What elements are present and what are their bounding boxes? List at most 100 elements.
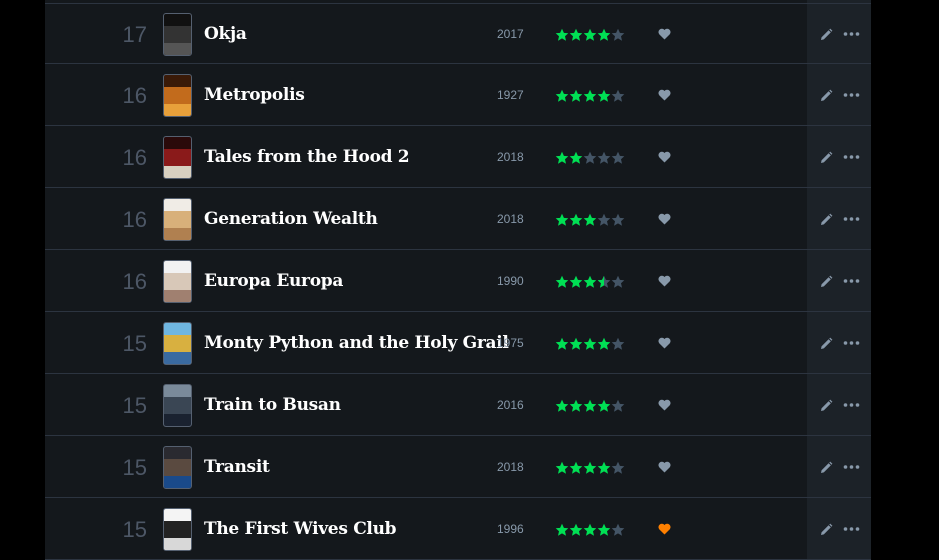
star-icon [611,213,625,226]
heart-icon [658,275,671,287]
star-rating [555,189,625,250]
star-icon [583,523,597,536]
more-options-icon[interactable] [843,463,860,471]
star-icon [569,337,583,350]
film-poster[interactable] [163,136,192,179]
star-icon [555,461,569,474]
film-title[interactable]: Transit [204,437,270,498]
pencil-icon[interactable] [819,275,833,289]
heart-icon [658,28,671,40]
pencil-icon[interactable] [819,28,833,42]
pencil-icon[interactable] [819,213,833,227]
star-icon [611,275,625,288]
day-number[interactable]: 15 [103,499,147,560]
star-icon [583,151,597,164]
film-poster[interactable] [163,198,192,241]
day-number[interactable]: 15 [103,437,147,498]
pencil-icon[interactable] [819,523,833,537]
star-icon [555,337,569,350]
film-poster[interactable] [163,508,192,551]
film-poster[interactable] [163,13,192,56]
pencil-icon[interactable] [819,399,833,413]
film-poster[interactable] [163,446,192,489]
diary-row[interactable]: 17 Okja 2017 [45,3,871,64]
film-year[interactable]: 2018 [497,189,524,250]
film-title[interactable]: Europa Europa [204,251,343,312]
diary-row[interactable]: 15 The First Wives Club 1996 [45,499,871,560]
film-year[interactable]: 2016 [497,375,524,436]
heart-icon [658,337,671,349]
diary-row[interactable]: 15 Train to Busan 2016 [45,375,871,436]
star-icon [555,213,569,226]
diary-row[interactable]: 16 Metropolis 1927 [45,65,871,126]
star-icon [569,89,583,102]
star-rating [555,375,625,436]
film-title[interactable]: The First Wives Club [204,499,397,560]
film-poster[interactable] [163,260,192,303]
day-number[interactable]: 17 [103,4,147,65]
star-icon [611,399,625,412]
star-rating [555,313,625,374]
day-number[interactable]: 16 [103,189,147,250]
heart-icon [658,213,671,225]
film-title[interactable]: Train to Busan [204,375,341,436]
star-icon [597,461,611,474]
film-title[interactable]: Monty Python and the Holy Grail [204,313,509,374]
more-options-icon[interactable] [843,401,860,409]
day-number[interactable]: 16 [103,127,147,188]
film-year[interactable]: 2018 [497,127,524,188]
star-icon [611,461,625,474]
film-year[interactable]: 1996 [497,499,524,560]
star-icon [569,461,583,474]
film-title[interactable]: Okja [204,4,247,65]
film-year[interactable]: 1927 [497,65,524,126]
film-poster[interactable] [163,384,192,427]
star-icon [569,523,583,536]
film-year[interactable]: 1975 [497,313,524,374]
more-options-icon[interactable] [843,339,860,347]
film-poster[interactable] [163,322,192,365]
film-title[interactable]: Metropolis [204,65,305,126]
heart-icon [658,151,671,163]
star-icon [597,523,611,536]
star-icon [569,213,583,226]
day-number[interactable]: 15 [103,313,147,374]
heart-icon [658,523,671,535]
star-icon [597,399,611,412]
film-title[interactable]: Tales from the Hood 2 [204,127,410,188]
more-options-icon[interactable] [843,277,860,285]
pencil-icon[interactable] [819,151,833,165]
more-options-icon[interactable] [843,215,860,223]
day-number[interactable]: 15 [103,375,147,436]
diary-row[interactable]: 15 Monty Python and the Holy Grail 1975 [45,313,871,374]
day-number[interactable]: 16 [103,65,147,126]
star-rating [555,4,625,65]
heart-icon [658,461,671,473]
pencil-icon[interactable] [819,337,833,351]
diary-row[interactable]: 16 Europa Europa 1990 [45,251,871,312]
star-icon [555,275,569,288]
heart-icon [658,89,671,101]
diary-row[interactable]: 16 Tales from the Hood 2 2018 [45,127,871,188]
film-year[interactable]: 2017 [497,4,524,65]
star-icon [569,151,583,164]
more-options-icon[interactable] [843,153,860,161]
pencil-icon[interactable] [819,461,833,475]
diary-row[interactable]: 16 Generation Wealth 2018 [45,189,871,250]
heart-icon [658,399,671,411]
film-poster[interactable] [163,74,192,117]
day-number[interactable]: 16 [103,251,147,312]
film-year[interactable]: 2018 [497,437,524,498]
star-icon [583,213,597,226]
more-options-icon[interactable] [843,525,860,533]
star-rating [555,127,625,188]
film-year[interactable]: 1990 [497,251,524,312]
star-rating [555,437,625,498]
more-options-icon[interactable] [843,91,860,99]
star-icon [597,151,611,164]
diary-row[interactable]: 15 Transit 2018 [45,437,871,498]
pencil-icon[interactable] [819,89,833,103]
star-rating [555,65,625,126]
film-title[interactable]: Generation Wealth [204,189,378,250]
more-options-icon[interactable] [843,30,860,38]
